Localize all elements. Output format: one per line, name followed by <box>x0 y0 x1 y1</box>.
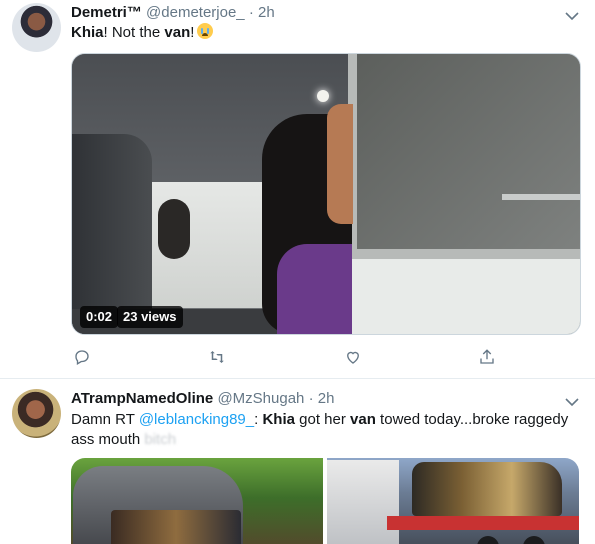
video-player[interactable]: 0:02 23 views <box>71 53 581 335</box>
share-icon[interactable] <box>476 346 498 368</box>
retweet-icon[interactable] <box>206 346 228 368</box>
video-view-count: 23 views <box>117 306 183 328</box>
video-frame-detail <box>352 259 580 334</box>
video-frame-detail <box>357 54 580 249</box>
media-grid <box>71 458 579 544</box>
tweet-actions <box>71 346 501 368</box>
author-handle[interactable]: @MzShugah <box>217 390 304 407</box>
like-icon[interactable] <box>342 346 364 368</box>
tweet-text-segment: towed today...broke raggedy <box>375 411 569 428</box>
photo-detail <box>412 462 562 516</box>
mention-link[interactable]: @leblancking89_ <box>139 411 254 428</box>
photo-detail <box>111 510 241 544</box>
tweet[interactable]: ATrampNamedOline @MzShugah · 2h Damn RT … <box>0 379 595 544</box>
tweet-text-bold: Khia <box>71 24 104 41</box>
tweet-text-bold: van <box>164 24 191 41</box>
tweet-text-bold: van <box>350 411 376 428</box>
avatar[interactable] <box>12 3 61 52</box>
tour-van-photo[interactable] <box>71 458 323 544</box>
separator-dot: · <box>308 390 314 407</box>
author-name[interactable]: ATrampNamedOline <box>71 390 213 407</box>
photo-detail <box>523 536 545 544</box>
tweet-text: Damn RT @leblancking89_: Khia got her va… <box>71 410 568 450</box>
reply-icon[interactable] <box>71 346 93 368</box>
video-frame-detail <box>327 104 353 224</box>
tweet-text-segment: Damn RT <box>71 411 139 428</box>
video-frame-detail <box>158 199 190 259</box>
separator-dot: · <box>248 4 254 21</box>
tweet-text-segment: ! <box>190 24 195 41</box>
tweet-header: ATrampNamedOline @MzShugah · 2h <box>71 389 334 409</box>
video-frame-detail <box>277 244 352 334</box>
photo-detail <box>477 536 499 544</box>
author-name[interactable]: Demetri™ <box>71 4 142 21</box>
tweet-text-segment: got her <box>294 411 351 428</box>
tow-truck-photo[interactable] <box>327 458 579 544</box>
chevron-down-icon[interactable] <box>565 394 579 407</box>
loudly-crying-face-icon <box>197 23 214 39</box>
video-duration: 0:02 <box>80 306 119 328</box>
timestamp[interactable]: 2h <box>318 390 335 407</box>
video-frame-detail <box>72 134 152 334</box>
photo-detail <box>387 516 579 530</box>
tweet[interactable]: Demetri™ @demeterjoe_ · 2h Khia! Not the… <box>0 0 595 379</box>
tweet-header: Demetri™ @demeterjoe_ · 2h <box>71 3 275 23</box>
chevron-down-icon[interactable] <box>565 8 579 21</box>
tweet-text-bold: Khia <box>262 411 295 428</box>
tweet-text-blurred: bitch <box>144 431 177 448</box>
author-handle[interactable]: @demeterjoe_ <box>146 4 245 21</box>
tweet-text: Khia! Not the van! <box>71 23 214 43</box>
video-frame-detail <box>317 90 329 102</box>
video-frame-detail <box>502 194 580 200</box>
tweet-text-segment: ass mouth <box>71 431 145 448</box>
avatar[interactable] <box>12 389 61 438</box>
photo-detail <box>327 460 399 544</box>
tweet-text-segment: ! Not the <box>103 24 165 41</box>
timestamp[interactable]: 2h <box>258 4 275 21</box>
